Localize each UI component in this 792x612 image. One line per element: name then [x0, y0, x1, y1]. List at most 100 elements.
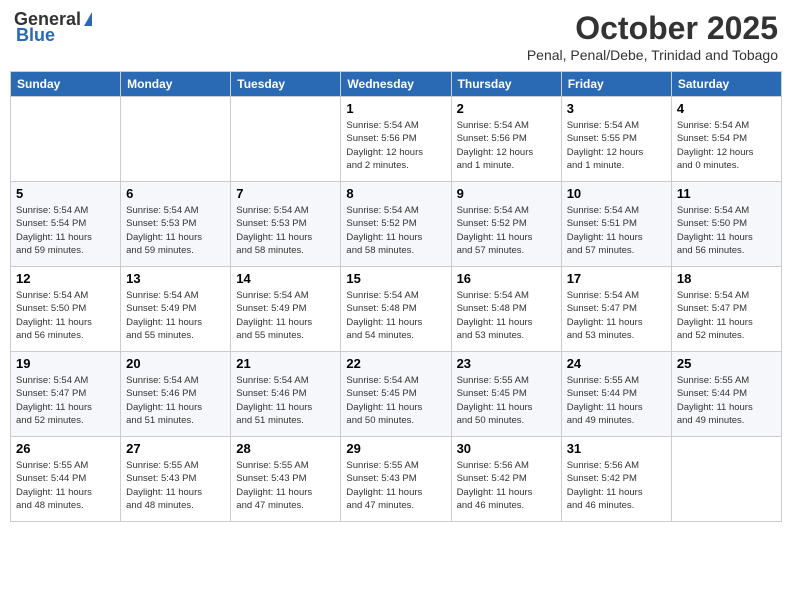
- day-number: 12: [16, 271, 115, 286]
- day-info: Sunrise: 5:54 AM Sunset: 5:47 PM Dayligh…: [677, 289, 776, 342]
- day-number: 31: [567, 441, 666, 456]
- day-info: Sunrise: 5:56 AM Sunset: 5:42 PM Dayligh…: [457, 459, 556, 512]
- calendar-week-row: 12 Sunrise: 5:54 AM Sunset: 5:50 PM Dayli…: [11, 267, 782, 352]
- weekday-header-friday: Friday: [561, 72, 671, 97]
- day-number: 11: [677, 186, 776, 201]
- calendar-cell: 23Sunrise: 5:55 AM Sunset: 5:45 PM Dayli…: [451, 352, 561, 437]
- calendar-cell: [11, 97, 121, 182]
- calendar-cell: 25 Sunrise: 5:55 AM Sunset: 5:44 PM Dayli…: [671, 352, 781, 437]
- calendar-cell: 26Sunrise: 5:55 AM Sunset: 5:44 PM Dayli…: [11, 437, 121, 522]
- day-info: Sunrise: 5:54 AM Sunset: 5:54 PM Dayligh…: [677, 119, 776, 172]
- day-number: 13: [126, 271, 225, 286]
- day-number: 6: [126, 186, 225, 201]
- calendar-cell: [671, 437, 781, 522]
- day-number: 4: [677, 101, 776, 116]
- day-info: Sunrise: 5:54 AM Sunset: 5:56 PM Dayligh…: [346, 119, 445, 172]
- day-number: 15: [346, 271, 445, 286]
- day-number: 14: [236, 271, 335, 286]
- day-info: Sunrise: 5:55 AM Sunset: 5:43 PM Dayligh…: [126, 459, 225, 512]
- day-info: Sunrise: 5:56 AM Sunset: 5:42 PM Dayligh…: [567, 459, 666, 512]
- calendar-cell: [231, 97, 341, 182]
- calendar-cell: 16Sunrise: 5:54 AM Sunset: 5:48 PM Dayli…: [451, 267, 561, 352]
- calendar-week-row: 26Sunrise: 5:55 AM Sunset: 5:44 PM Dayli…: [11, 437, 782, 522]
- weekday-header-tuesday: Tuesday: [231, 72, 341, 97]
- day-number: 5: [16, 186, 115, 201]
- day-info: Sunrise: 5:54 AM Sunset: 5:46 PM Dayligh…: [236, 374, 335, 427]
- day-info: Sunrise: 5:54 AM Sunset: 5:49 PM Dayligh…: [236, 289, 335, 342]
- day-info: Sunrise: 5:54 AM Sunset: 5:50 PM Dayligh…: [16, 289, 115, 342]
- day-info: Sunrise: 5:54 AM Sunset: 5:47 PM Dayligh…: [16, 374, 115, 427]
- calendar-cell: 15 Sunrise: 5:54 AM Sunset: 5:48 PM Dayli…: [341, 267, 451, 352]
- calendar-cell: 19Sunrise: 5:54 AM Sunset: 5:47 PM Dayli…: [11, 352, 121, 437]
- month-title: October 2025: [527, 10, 778, 47]
- calendar-cell: 18 Sunrise: 5:54 AM Sunset: 5:47 PM Dayli…: [671, 267, 781, 352]
- calendar-cell: 29Sunrise: 5:55 AM Sunset: 5:43 PM Dayli…: [341, 437, 451, 522]
- day-number: 10: [567, 186, 666, 201]
- calendar-cell: 17Sunrise: 5:54 AM Sunset: 5:47 PM Dayli…: [561, 267, 671, 352]
- day-info: Sunrise: 5:54 AM Sunset: 5:52 PM Dayligh…: [346, 204, 445, 257]
- day-number: 1: [346, 101, 445, 116]
- day-info: Sunrise: 5:54 AM Sunset: 5:49 PM Dayligh…: [126, 289, 225, 342]
- calendar-cell: 10Sunrise: 5:54 AM Sunset: 5:51 PM Dayli…: [561, 182, 671, 267]
- calendar-cell: 12 Sunrise: 5:54 AM Sunset: 5:50 PM Dayli…: [11, 267, 121, 352]
- day-number: 21: [236, 356, 335, 371]
- day-info: Sunrise: 5:54 AM Sunset: 5:54 PM Dayligh…: [16, 204, 115, 257]
- day-number: 8: [346, 186, 445, 201]
- calendar-cell: 6 Sunrise: 5:54 AM Sunset: 5:53 PM Daylig…: [121, 182, 231, 267]
- day-info: Sunrise: 5:55 AM Sunset: 5:43 PM Dayligh…: [346, 459, 445, 512]
- weekday-header-row: SundayMondayTuesdayWednesdayThursdayFrid…: [11, 72, 782, 97]
- day-number: 9: [457, 186, 556, 201]
- day-number: 20: [126, 356, 225, 371]
- calendar-cell: 5 Sunrise: 5:54 AM Sunset: 5:54 PM Daylig…: [11, 182, 121, 267]
- day-info: Sunrise: 5:54 AM Sunset: 5:46 PM Dayligh…: [126, 374, 225, 427]
- calendar-table: SundayMondayTuesdayWednesdayThursdayFrid…: [10, 71, 782, 522]
- calendar-cell: 22 Sunrise: 5:54 AM Sunset: 5:45 PM Dayli…: [341, 352, 451, 437]
- title-block: October 2025 Penal, Penal/Debe, Trinidad…: [527, 10, 778, 63]
- calendar-week-row: 5 Sunrise: 5:54 AM Sunset: 5:54 PM Daylig…: [11, 182, 782, 267]
- day-info: Sunrise: 5:54 AM Sunset: 5:53 PM Dayligh…: [126, 204, 225, 257]
- day-number: 7: [236, 186, 335, 201]
- calendar-cell: 2 Sunrise: 5:54 AM Sunset: 5:56 PM Daylig…: [451, 97, 561, 182]
- logo: General Blue: [14, 10, 92, 46]
- weekday-header-sunday: Sunday: [11, 72, 121, 97]
- day-number: 26: [16, 441, 115, 456]
- calendar-week-row: 19Sunrise: 5:54 AM Sunset: 5:47 PM Dayli…: [11, 352, 782, 437]
- day-info: Sunrise: 5:55 AM Sunset: 5:43 PM Dayligh…: [236, 459, 335, 512]
- day-number: 18: [677, 271, 776, 286]
- calendar-cell: 11Sunrise: 5:54 AM Sunset: 5:50 PM Dayli…: [671, 182, 781, 267]
- calendar-cell: 30 Sunrise: 5:56 AM Sunset: 5:42 PM Dayli…: [451, 437, 561, 522]
- weekday-header-saturday: Saturday: [671, 72, 781, 97]
- day-info: Sunrise: 5:54 AM Sunset: 5:45 PM Dayligh…: [346, 374, 445, 427]
- calendar-cell: 4 Sunrise: 5:54 AM Sunset: 5:54 PM Daylig…: [671, 97, 781, 182]
- day-number: 28: [236, 441, 335, 456]
- logo-blue: Blue: [16, 26, 55, 46]
- logo-icon: [84, 12, 92, 26]
- day-number: 16: [457, 271, 556, 286]
- weekday-header-monday: Monday: [121, 72, 231, 97]
- day-info: Sunrise: 5:55 AM Sunset: 5:44 PM Dayligh…: [567, 374, 666, 427]
- weekday-header-thursday: Thursday: [451, 72, 561, 97]
- calendar-cell: [121, 97, 231, 182]
- day-number: 17: [567, 271, 666, 286]
- day-number: 24: [567, 356, 666, 371]
- calendar-cell: 24 Sunrise: 5:55 AM Sunset: 5:44 PM Dayli…: [561, 352, 671, 437]
- calendar-cell: 13 Sunrise: 5:54 AM Sunset: 5:49 PM Dayli…: [121, 267, 231, 352]
- calendar-cell: 8 Sunrise: 5:54 AM Sunset: 5:52 PM Daylig…: [341, 182, 451, 267]
- day-info: Sunrise: 5:54 AM Sunset: 5:48 PM Dayligh…: [346, 289, 445, 342]
- calendar-week-row: 1 Sunrise: 5:54 AM Sunset: 5:56 PM Daylig…: [11, 97, 782, 182]
- day-info: Sunrise: 5:55 AM Sunset: 5:44 PM Dayligh…: [677, 374, 776, 427]
- day-info: Sunrise: 5:54 AM Sunset: 5:56 PM Dayligh…: [457, 119, 556, 172]
- day-number: 22: [346, 356, 445, 371]
- day-number: 23: [457, 356, 556, 371]
- calendar-cell: 21 Sunrise: 5:54 AM Sunset: 5:46 PM Dayli…: [231, 352, 341, 437]
- day-number: 3: [567, 101, 666, 116]
- day-info: Sunrise: 5:54 AM Sunset: 5:53 PM Dayligh…: [236, 204, 335, 257]
- day-number: 2: [457, 101, 556, 116]
- calendar-cell: 31 Sunrise: 5:56 AM Sunset: 5:42 PM Dayli…: [561, 437, 671, 522]
- day-number: 27: [126, 441, 225, 456]
- day-number: 30: [457, 441, 556, 456]
- page-header: General Blue October 2025 Penal, Penal/D…: [10, 10, 782, 63]
- calendar-cell: 28 Sunrise: 5:55 AM Sunset: 5:43 PM Dayli…: [231, 437, 341, 522]
- day-number: 25: [677, 356, 776, 371]
- calendar-cell: 14 Sunrise: 5:54 AM Sunset: 5:49 PM Dayli…: [231, 267, 341, 352]
